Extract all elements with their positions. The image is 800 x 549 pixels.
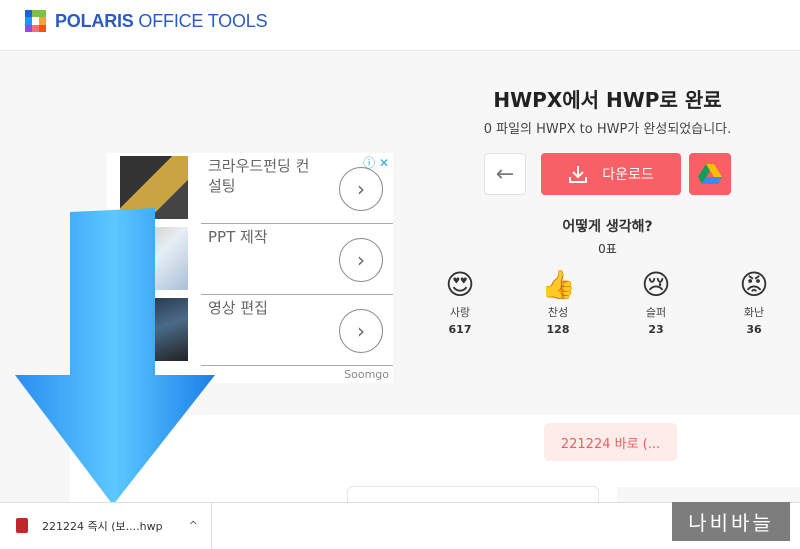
angry-emoji-icon: 😡 (739, 268, 769, 301)
file-button[interactable]: 221224 바로 (... (544, 423, 677, 461)
download-label: 다운로드 (602, 167, 654, 183)
page-subtitle: 0 파일의 HWPX to HWP가 완성되었습니다. (483, 122, 732, 137)
chevron-right-icon[interactable]: › (339, 167, 383, 211)
download-button[interactable]: 다운로드 (541, 153, 681, 195)
reaction-love[interactable]: 😍 사랑 617 (430, 268, 490, 336)
chevron-right-icon[interactable]: › (339, 238, 383, 282)
download-icon (569, 166, 588, 183)
chevron-right-icon[interactable]: › (339, 309, 383, 353)
download-filename: 221224 즉시 (보....hwp (42, 519, 163, 533)
google-drive-icon (698, 164, 722, 184)
feedback-question: 어떻게 생각해? (562, 219, 653, 235)
reaction-count: 36 (746, 323, 762, 336)
reaction-agree[interactable]: 👍 찬성 128 (528, 268, 588, 336)
reaction-sad[interactable]: 😢 슬퍼 23 (626, 268, 686, 336)
ad-brand: Soomgo (344, 368, 389, 381)
back-button[interactable]: ← (484, 153, 526, 195)
header: POLARIS OFFICE TOOLS (0, 0, 800, 51)
chevron-up-icon[interactable]: ^ (189, 519, 198, 532)
hwp-file-icon (16, 518, 28, 533)
google-drive-button[interactable] (689, 153, 731, 195)
reaction-count: 128 (546, 323, 570, 336)
logo[interactable]: POLARIS OFFICE TOOLS (55, 11, 268, 32)
sad-emoji-icon: 😢 (641, 268, 671, 301)
logo-rest: OFFICE TOOLS (138, 11, 268, 31)
reaction-label: 사랑 (449, 306, 471, 319)
reaction-label: 찬성 (547, 306, 569, 319)
reaction-angry[interactable]: 😡 화난 36 (724, 268, 784, 336)
reaction-count: 23 (648, 323, 664, 336)
watermark: 나비바늘 (672, 502, 790, 541)
love-emoji-icon: 😍 (445, 268, 475, 301)
thumbs-up-emoji-icon: 👍 (541, 268, 576, 301)
reaction-count: 617 (448, 323, 472, 336)
arrow-left-icon: ← (495, 161, 515, 187)
reaction-label: 화난 (743, 306, 765, 319)
page-title: HWPX에서 HWP로 완료 (493, 88, 722, 112)
logo-bold: POLARIS (55, 11, 134, 31)
ad-item-text: 크라우드펀딩 컨설팅 (208, 157, 310, 195)
vote-count: 0표 (598, 242, 617, 256)
download-item[interactable]: 221224 즉시 (보....hwp ^ (0, 502, 212, 549)
reaction-label: 슬퍼 (645, 306, 667, 319)
big-down-arrow-icon (15, 208, 215, 505)
logo-icon (25, 10, 46, 32)
